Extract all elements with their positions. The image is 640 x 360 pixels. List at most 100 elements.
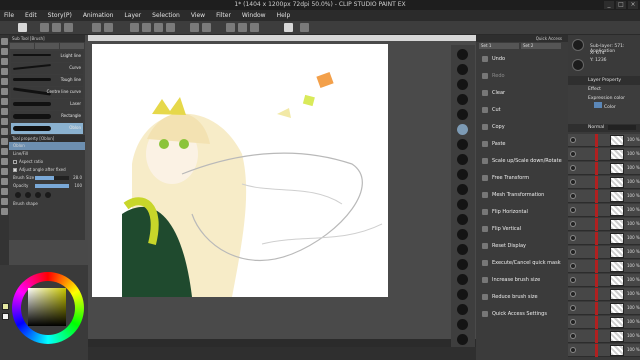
menu-help[interactable]: Help (277, 12, 291, 19)
qa-copy[interactable]: Copy (479, 119, 565, 134)
sub-tool-item[interactable]: Tough line (11, 75, 83, 86)
qa-paste[interactable]: Paste (479, 136, 565, 151)
saturation-value-square[interactable] (28, 288, 66, 326)
sub-tool-item[interactable]: Centre line curve (11, 87, 83, 98)
gradient-tool-icon[interactable] (1, 158, 8, 165)
eraser-tool-icon[interactable] (1, 128, 8, 135)
sub-tool-item[interactable]: Rectangle (11, 111, 83, 122)
expand-selection-icon[interactable] (250, 23, 259, 32)
redo-icon[interactable] (104, 23, 113, 32)
aspect-ratio-checkbox[interactable] (13, 160, 17, 164)
layer-row[interactable]: 100 % (568, 190, 640, 203)
sub-tool-item[interactable]: Laser (11, 99, 83, 110)
ruler-tool-icon[interactable] (1, 188, 8, 195)
close-button[interactable]: × (628, 1, 638, 9)
cut-icon[interactable] (142, 23, 151, 32)
menu-filter[interactable]: Filter (216, 12, 231, 19)
save-icon[interactable] (64, 23, 73, 32)
eye-icon[interactable] (570, 193, 576, 199)
copy-icon[interactable] (154, 23, 163, 32)
decoration-tool-icon[interactable] (1, 118, 8, 125)
eye-icon[interactable] (570, 179, 576, 185)
menu-view[interactable]: View (191, 12, 205, 19)
layer-row[interactable]: 100 % (568, 134, 640, 147)
qa-increase-brush[interactable]: Increase brush size (479, 272, 565, 287)
eye-icon[interactable] (570, 249, 576, 255)
eye-icon[interactable] (570, 165, 576, 171)
qa-undo[interactable]: Undo (479, 51, 565, 66)
brush-dot[interactable] (457, 64, 468, 75)
brush-dot[interactable] (457, 109, 468, 120)
sub-tool-tab-2[interactable] (35, 43, 59, 49)
layer-row[interactable]: 100 % (568, 148, 640, 161)
minimize-button[interactable]: _ (604, 1, 614, 9)
quick-access-tab-set2[interactable]: Set 2 (521, 43, 561, 49)
qa-free-transform[interactable]: Free Transform (479, 170, 565, 185)
layer-opacity-slider[interactable] (608, 125, 636, 130)
invert-selection-icon[interactable] (238, 23, 247, 32)
deselect-icon[interactable] (226, 23, 235, 32)
brush-size-row[interactable]: Brush Size 28.0 (9, 174, 85, 182)
menu-story[interactable]: Story(P) (48, 12, 72, 19)
brush-dot[interactable] (457, 199, 468, 210)
menu-animation[interactable]: Animation (83, 12, 114, 19)
brush-dot[interactable] (457, 289, 468, 300)
brush-dot[interactable] (457, 169, 468, 180)
eye-icon[interactable] (570, 263, 576, 269)
undo-icon[interactable] (92, 23, 101, 32)
layer-row[interactable]: 100 % (568, 232, 640, 245)
transform-icon[interactable] (190, 23, 199, 32)
sub-tool-tab-3[interactable] (60, 43, 84, 49)
navigator-knob[interactable] (572, 59, 584, 71)
brush-preset-dot[interactable] (35, 192, 41, 198)
menu-window[interactable]: Window (242, 12, 266, 19)
settings-icon[interactable] (300, 23, 309, 32)
layer-row[interactable]: 100 % (568, 316, 640, 329)
pen-tool-icon[interactable] (1, 78, 8, 85)
layer-color-swatch[interactable] (594, 102, 602, 108)
zoom-tool-icon[interactable] (1, 38, 8, 45)
adjust-angle-option[interactable]: Adjust angle after fixed (9, 166, 85, 174)
opacity-row[interactable]: Opacity 100 (9, 182, 85, 190)
eye-icon[interactable] (570, 305, 576, 311)
brush-dot[interactable] (457, 154, 468, 165)
selection-tool-icon[interactable] (1, 58, 8, 65)
eye-icon[interactable] (570, 319, 576, 325)
new-icon[interactable] (40, 23, 49, 32)
airbrush-tool-icon[interactable] (1, 108, 8, 115)
eye-icon[interactable] (570, 235, 576, 241)
canvas-document[interactable] (92, 44, 388, 297)
qa-cut[interactable]: Cut (479, 102, 565, 117)
layer-row[interactable]: 100 % (568, 218, 640, 231)
qa-quick-mask[interactable]: Execute/Cancel quick mask (479, 255, 565, 270)
layer-row[interactable]: 100 % (568, 344, 640, 357)
qa-reset-display[interactable]: Reset Display (479, 238, 565, 253)
brush-size-slider[interactable] (35, 176, 69, 180)
move-tool-icon[interactable] (1, 48, 8, 55)
adjust-angle-checkbox[interactable] (13, 168, 17, 172)
text-tool-icon[interactable] (1, 198, 8, 205)
figure-tool-icon[interactable] (1, 168, 8, 175)
qa-reduce-brush[interactable]: Reduce brush size (479, 289, 565, 304)
brush-dot[interactable] (457, 259, 468, 270)
brush-dot[interactable] (457, 229, 468, 240)
brush-preset-dot[interactable] (15, 192, 21, 198)
eyedropper-tool-icon[interactable] (1, 68, 8, 75)
layer-row[interactable]: 100 % (568, 204, 640, 217)
layer-row[interactable]: 100 % (568, 162, 640, 175)
open-icon[interactable] (52, 23, 61, 32)
brush-dot[interactable] (457, 214, 468, 225)
sub-tool-tab-1[interactable] (10, 43, 34, 49)
help-icon[interactable] (284, 23, 293, 32)
qa-clear[interactable]: Clear (479, 85, 565, 100)
qa-flip-horizontal[interactable]: Flip Horizontal (479, 204, 565, 219)
eye-icon[interactable] (570, 151, 576, 157)
qa-flip-vertical[interactable]: Flip Vertical (479, 221, 565, 236)
brush-tool-icon[interactable] (1, 98, 8, 105)
brush-dot-selected[interactable] (457, 124, 468, 135)
maximize-button[interactable]: □ (616, 1, 626, 9)
brush-shape-row[interactable]: Brush shape (9, 200, 85, 208)
blend-tool-icon[interactable] (1, 138, 8, 145)
brush-dot[interactable] (457, 274, 468, 285)
layer-row[interactable]: 100 % (568, 274, 640, 287)
